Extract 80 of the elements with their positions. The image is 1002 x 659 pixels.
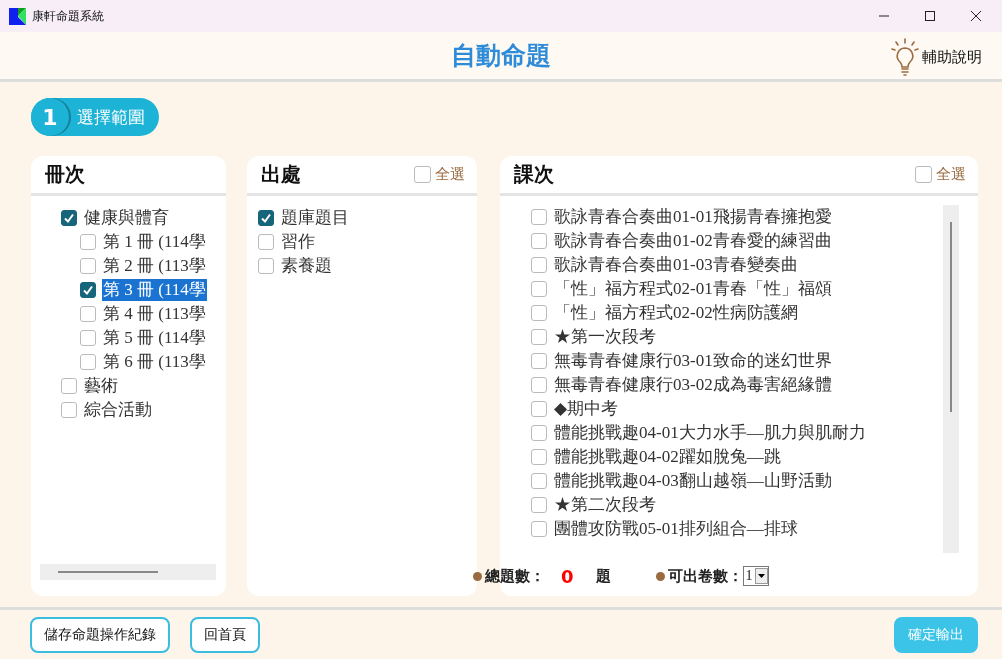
- checkbox[interactable]: [531, 209, 547, 225]
- checkbox[interactable]: [80, 306, 96, 322]
- total-unit: 題: [595, 566, 611, 586]
- source-label[interactable]: 習作: [280, 231, 316, 253]
- horizontal-scrollbar[interactable]: [40, 564, 216, 580]
- bullet-icon: [473, 571, 482, 581]
- copies-label: 可出卷數：: [667, 566, 743, 586]
- checkbox[interactable]: [61, 210, 77, 226]
- source-label[interactable]: 素養題: [280, 255, 333, 277]
- lesson-label[interactable]: 「性」福方程式02-01青春「性」福頌: [553, 278, 833, 300]
- lesson-label[interactable]: 體能挑戰趣04-01大力水手—肌力與肌耐力: [553, 422, 867, 444]
- checkbox[interactable]: [80, 354, 96, 370]
- lesson-label[interactable]: ★第二次段考: [553, 494, 657, 516]
- lesson-label[interactable]: ★第一次段考: [553, 326, 657, 348]
- copies-select[interactable]: 1: [742, 566, 769, 586]
- select-all-label[interactable]: 全選: [936, 165, 966, 184]
- source-label[interactable]: 題庫題目: [280, 207, 350, 229]
- checkbox[interactable]: [258, 258, 274, 274]
- panel-title: 課次: [514, 161, 554, 188]
- checkbox[interactable]: [531, 497, 547, 513]
- tree-item[interactable]: 健康與體育: [83, 207, 170, 229]
- checkbox[interactable]: [531, 353, 547, 369]
- checkbox[interactable]: [80, 258, 96, 274]
- step-label: 選擇範圍: [77, 105, 145, 129]
- checkbox[interactable]: [531, 521, 547, 537]
- lesson-label[interactable]: 無毒青春健康行03-01致命的迷幻世界: [553, 350, 833, 372]
- close-icon[interactable]: [970, 10, 982, 22]
- caret-icon: [754, 568, 768, 584]
- tree-item[interactable]: 第 4 冊 (113學: [102, 303, 207, 325]
- select-all-label[interactable]: 全選: [435, 165, 465, 184]
- checkbox[interactable]: [531, 449, 547, 465]
- total-label: 總題數：: [485, 566, 545, 586]
- select-all-checkbox[interactable]: [915, 166, 932, 183]
- checkbox[interactable]: [61, 378, 77, 394]
- tree-item[interactable]: 第 2 冊 (113學: [102, 255, 207, 277]
- lesson-label[interactable]: 無毒青春健康行03-02成為毒害絕緣體: [553, 374, 833, 396]
- step-number: 1: [31, 98, 69, 136]
- total-count: 0: [561, 565, 574, 587]
- checkbox[interactable]: [531, 401, 547, 417]
- tree-item[interactable]: 藝術: [83, 375, 119, 397]
- checkbox[interactable]: [80, 330, 96, 346]
- lesson-label[interactable]: 體能挑戰趣04-02躍如脫兔—跳: [553, 446, 782, 468]
- app-logo-icon: [9, 7, 26, 25]
- lesson-label[interactable]: 歌詠青春合奏曲01-03青春變奏曲: [553, 254, 799, 276]
- lesson-label[interactable]: 團體攻防戰05-01排列組合—排球: [553, 518, 799, 540]
- bullet-icon: [655, 571, 665, 581]
- checkbox[interactable]: [61, 402, 77, 418]
- lesson-label[interactable]: 「性」福方程式02-02性病防護網: [553, 302, 799, 324]
- panel-title: 出處: [261, 161, 301, 188]
- help-link[interactable]: 輔助說明: [922, 47, 982, 67]
- page-title: 自動命題: [451, 40, 551, 72]
- panel-title: 冊次: [45, 161, 85, 188]
- checkbox[interactable]: [531, 305, 547, 321]
- lightbulb-icon[interactable]: [890, 38, 920, 76]
- save-log-button[interactable]: 儲存命題操作紀錄: [30, 616, 170, 653]
- checkbox[interactable]: [531, 377, 547, 393]
- checkbox[interactable]: [80, 234, 96, 250]
- checkbox[interactable]: [531, 281, 547, 297]
- lesson-label[interactable]: 歌詠青春合奏曲01-01飛揚青春擁抱愛: [553, 206, 833, 228]
- tree-item[interactable]: 第 3 冊 (114學: [102, 279, 207, 301]
- window-title: 康軒命題系統: [32, 7, 104, 25]
- checkbox[interactable]: [531, 257, 547, 273]
- tree-item[interactable]: 第 5 冊 (114學: [102, 327, 207, 349]
- maximize-icon[interactable]: [924, 10, 936, 22]
- lesson-label[interactable]: 體能挑戰趣04-03翻山越嶺—山野活動: [553, 470, 833, 492]
- checkbox[interactable]: [531, 233, 547, 249]
- home-button[interactable]: 回首頁: [190, 616, 260, 653]
- checkbox[interactable]: [531, 329, 547, 345]
- checkbox[interactable]: [258, 210, 274, 226]
- tree-item[interactable]: 綜合活動: [83, 399, 153, 421]
- vertical-scrollbar[interactable]: [943, 205, 959, 553]
- tree-item[interactable]: 第 6 冊 (113學: [102, 351, 207, 373]
- checkbox[interactable]: [258, 234, 274, 250]
- lesson-label[interactable]: ◆期中考: [553, 398, 620, 420]
- checkbox[interactable]: [531, 473, 547, 489]
- checkbox[interactable]: [531, 425, 547, 441]
- select-all-checkbox[interactable]: [414, 166, 431, 183]
- checkbox[interactable]: [80, 282, 96, 298]
- lesson-label[interactable]: 歌詠青春合奏曲01-02青春愛的練習曲: [553, 230, 833, 252]
- tree-item[interactable]: 第 1 冊 (114學: [102, 231, 207, 253]
